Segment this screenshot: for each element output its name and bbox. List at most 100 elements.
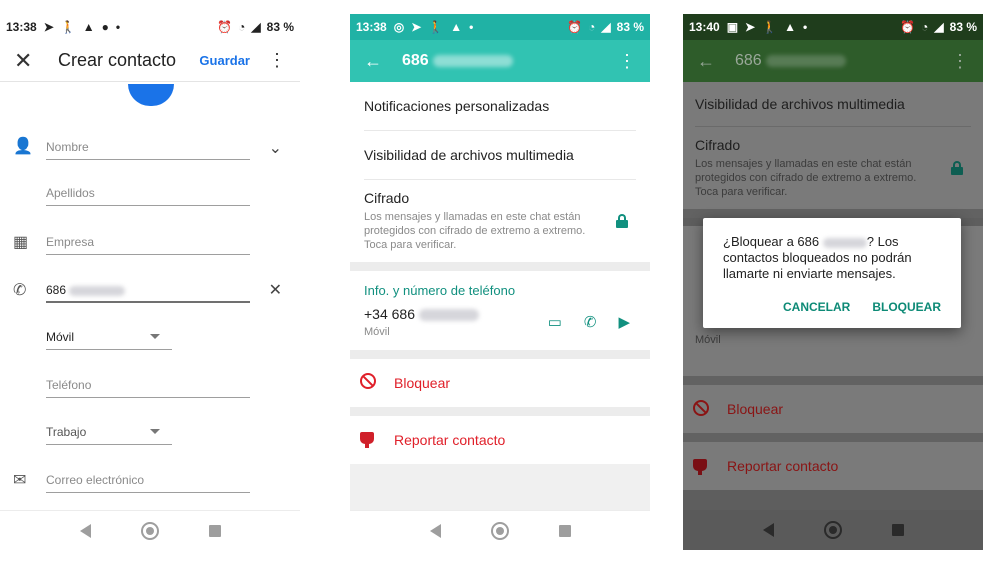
divider [350, 350, 650, 359]
encryption-desc-1: Los mensajes y llamadas en este chat est… [695, 158, 912, 170]
walk-icon: 🚶 [428, 20, 444, 34]
more-options-icon[interactable]: ⋮ [618, 51, 636, 72]
chevron-down-icon[interactable]: ⌄ [269, 138, 282, 158]
media-visibility-row[interactable]: Visibilidad de archivos multimedia [364, 131, 636, 180]
nav-back-icon[interactable] [79, 523, 91, 538]
signal-icon: ◢ [601, 20, 611, 34]
signal-icon: ◢ [934, 20, 944, 34]
save-button[interactable]: Guardar [199, 53, 250, 68]
wifi-icon: ◔ [588, 20, 596, 34]
contact-name-text: 686 [402, 52, 429, 69]
nav-home-icon[interactable] [823, 521, 842, 539]
nav-home-icon[interactable] [140, 521, 159, 540]
status-bar: 13:38 ➤ 🚶 ▲ ● • ⏰ ◔ ◢ 83 % [0, 14, 300, 40]
company-icon: ▦ [13, 234, 29, 251]
telegram-icon: ➤ [745, 20, 756, 34]
nav-bar [350, 510, 650, 550]
clear-icon[interactable]: ✕ [269, 280, 282, 300]
divider [683, 376, 983, 385]
back-arrow-icon[interactable]: ← [697, 51, 727, 72]
avatar[interactable] [128, 84, 174, 106]
alarm-icon: ⏰ [217, 20, 233, 34]
wifi-icon: ◔ [921, 20, 929, 34]
report-contact-button[interactable]: Reportar contacto [350, 416, 650, 464]
contact-name: 686 [402, 52, 618, 70]
last-name-field[interactable]: Apellidos [46, 178, 250, 206]
status-time: 13:40 [689, 20, 720, 34]
encryption-row[interactable]: Cifrado Los mensajes y llamadas en este … [364, 180, 636, 262]
encryption-title: Cifrado [695, 137, 741, 153]
battery-level: 83 % [616, 20, 644, 34]
dialog-message: ¿Bloquear a 686 ? Los contactos bloquead… [723, 234, 941, 282]
circle-icon: ● [101, 20, 109, 34]
phone-type: Móvil [695, 334, 721, 346]
email-field[interactable]: Correo electrónico [46, 465, 250, 493]
media-visibility-row[interactable]: Visibilidad de archivos multimedia [695, 82, 971, 127]
phone-number-row[interactable]: +34 686 Móvil ▭ ✆ ▶ [364, 306, 636, 350]
thumbs-down-icon [360, 432, 374, 448]
warning-icon: ▲ [82, 20, 95, 34]
phone-field[interactable]: 686 [46, 275, 250, 303]
status-bar: 13:40 ▣ ➤ 🚶 ▲ • ⏰ ◔ ◢ 83 % [683, 14, 983, 40]
nav-recents-icon[interactable] [208, 524, 221, 537]
phone2-field[interactable]: Teléfono [46, 370, 250, 398]
report-label: Reportar contacto [727, 458, 839, 474]
walk-icon: 🚶 [60, 20, 76, 34]
wifi-icon: ◔ [238, 20, 246, 34]
blurred-number [822, 237, 867, 248]
encryption-desc-3: Toca para verificar. [364, 239, 457, 251]
close-icon[interactable]: ✕ [14, 48, 44, 74]
app-header: ← 686 ⋮ [350, 40, 650, 82]
encryption-desc-2: protegidos con cifrado de extremo a extr… [695, 172, 917, 184]
signal-icon: ◢ [251, 20, 261, 34]
thumbs-down-icon [693, 459, 707, 475]
nav-recents-icon[interactable] [891, 524, 904, 536]
more-options-icon[interactable]: ⋮ [951, 51, 969, 72]
person-icon: 👤 [13, 138, 33, 155]
cancel-button[interactable]: CANCELAR [783, 300, 850, 314]
block-button[interactable]: Bloquear [683, 385, 983, 433]
block-button[interactable]: Bloquear [350, 359, 650, 407]
report-contact-button[interactable]: Reportar contacto [683, 442, 983, 490]
status-time: 13:38 [356, 20, 387, 34]
block-label: Bloquear [394, 375, 451, 391]
dialog-line-3: llamarte ni enviarte mensajes. [723, 266, 896, 281]
nav-home-icon[interactable] [490, 521, 509, 540]
dialog-line-2: contactos bloqueados no podrán [723, 250, 912, 265]
more-options-icon[interactable]: ⋮ [268, 50, 286, 71]
nav-back-icon[interactable] [762, 523, 774, 537]
dropdown-arrow-icon [150, 429, 160, 434]
message-icon[interactable]: ▭ [548, 313, 562, 331]
block-confirm-dialog: ¿Bloquear a 686 ? Los contactos bloquead… [703, 218, 961, 328]
divider [350, 262, 650, 271]
app-header: ← 686 ⋮ [683, 40, 983, 82]
first-name-field[interactable]: Nombre [46, 132, 250, 160]
encryption-row[interactable]: Cifrado Los mensajes y llamadas en este … [695, 127, 971, 209]
alarm-icon: ⏰ [567, 20, 583, 34]
dropdown-arrow-icon [150, 334, 160, 339]
encryption-desc-1: Los mensajes y llamadas en este chat est… [364, 211, 581, 223]
phone2-type-select[interactable]: Trabajo [46, 417, 172, 445]
divider [683, 433, 983, 442]
custom-notifications-row[interactable]: Notificaciones personalizadas [364, 82, 636, 131]
block-icon [360, 372, 376, 389]
block-confirm-button[interactable]: BLOQUEAR [872, 300, 941, 314]
report-label: Reportar contacto [394, 432, 506, 448]
dot-icon: • [802, 20, 808, 34]
video-call-icon[interactable]: ▶ [618, 313, 630, 331]
company-field[interactable]: Empresa [46, 227, 250, 255]
nav-back-icon[interactable] [429, 523, 441, 538]
block-label: Bloquear [727, 401, 784, 417]
encryption-title: Cifrado [364, 190, 410, 206]
email-icon: ✉ [13, 472, 27, 489]
phone-block-dialog: 13:40 ▣ ➤ 🚶 ▲ • ⏰ ◔ ◢ 83 % ← 686 ⋮ Visib… [683, 14, 983, 550]
info-section-title: Info. y número de teléfono [364, 283, 516, 298]
back-arrow-icon[interactable]: ← [364, 51, 394, 72]
image-icon: ▣ [726, 20, 739, 34]
phone-type-select[interactable]: Móvil [46, 322, 172, 350]
contact-name: 686 [735, 52, 951, 70]
call-icon[interactable]: ✆ [584, 313, 597, 331]
nav-recents-icon[interactable] [558, 524, 571, 537]
lower-sections: Bloquear Reportar contacto [683, 376, 983, 490]
block-icon [693, 399, 709, 416]
